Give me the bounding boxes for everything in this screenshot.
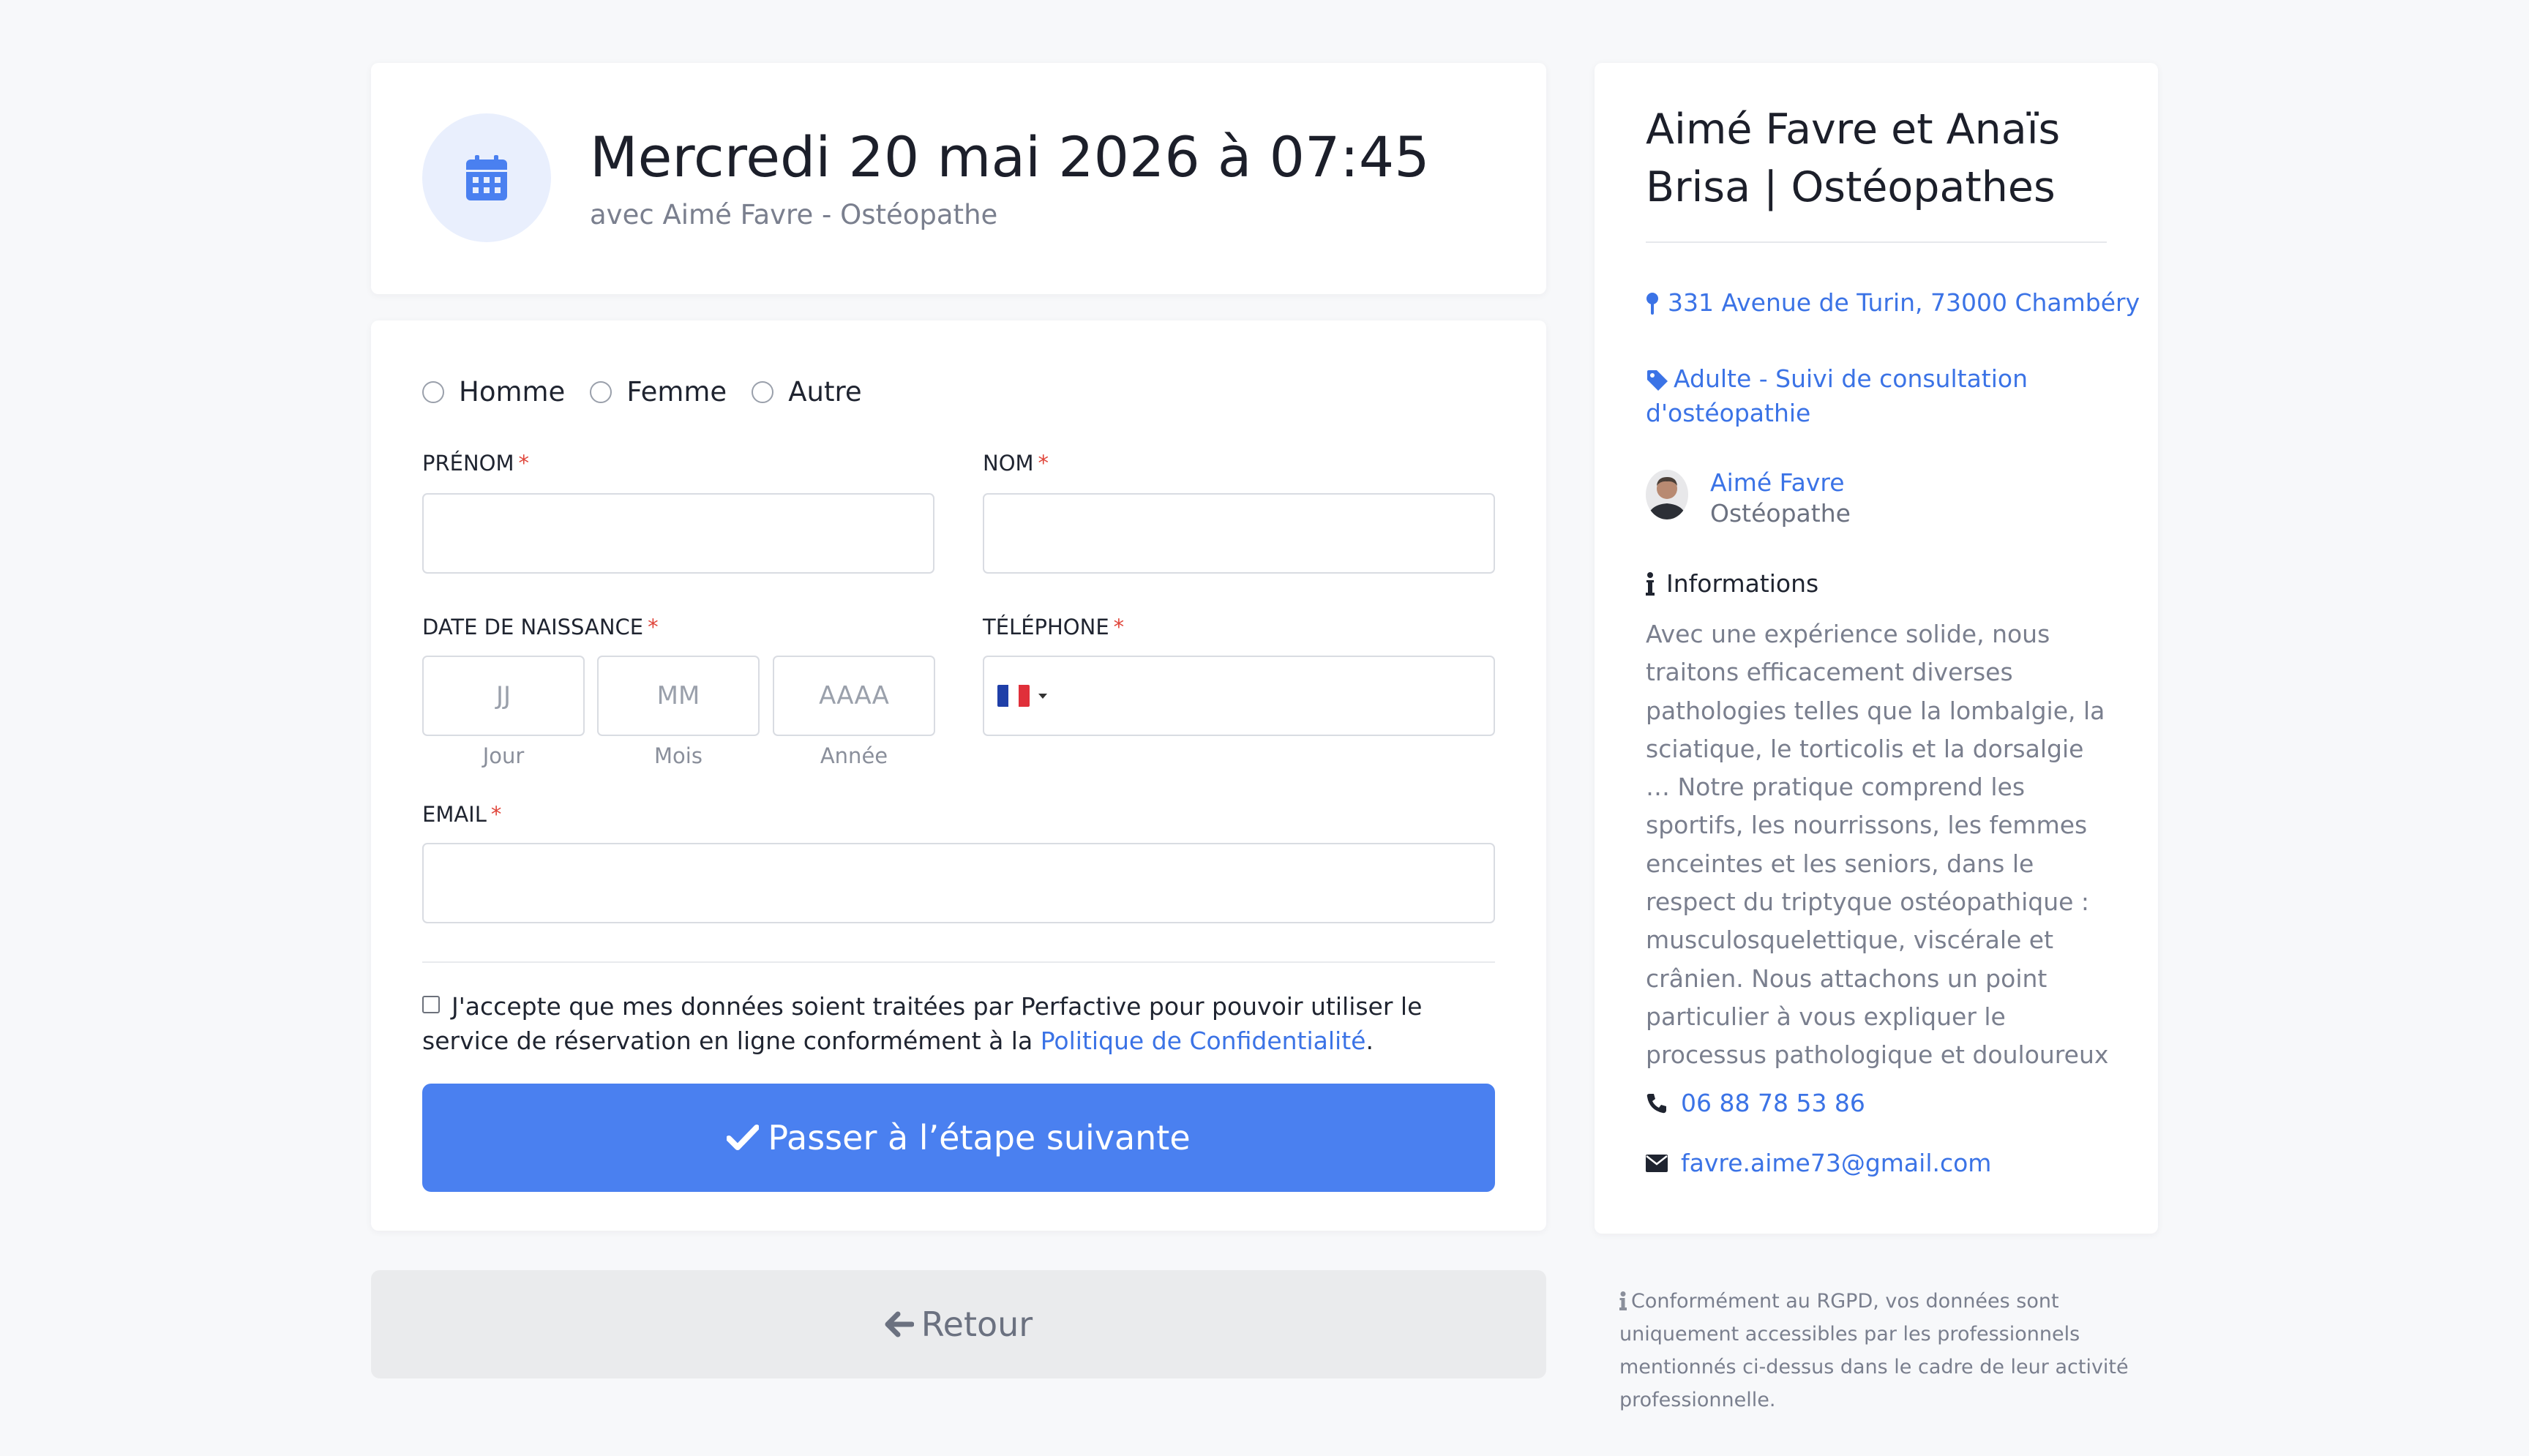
phone-label: TÉLÉPHONE * [983, 615, 1124, 639]
tag-icon [1647, 369, 1668, 391]
radio-button[interactable] [590, 380, 612, 403]
radio-button[interactable] [422, 380, 444, 403]
check-icon [727, 1125, 760, 1150]
back-label: Retour [921, 1305, 1033, 1344]
firstname-input[interactable] [422, 493, 934, 574]
arrow-left-icon [885, 1311, 914, 1337]
radio-label: Femme [626, 376, 727, 408]
required-mark: * [518, 451, 530, 476]
radio-button[interactable] [752, 380, 774, 403]
email-label-text: EMAIL [422, 802, 487, 827]
phone-input[interactable] [983, 656, 1495, 736]
radio-label: Homme [459, 376, 566, 408]
dob-day-caption: Jour [482, 743, 525, 768]
gender-radio-group: Homme Femme Autre [422, 376, 887, 408]
gender-option-femme[interactable]: Femme [590, 376, 727, 408]
divider [1646, 241, 2107, 243]
dob-month-caption: Mois [654, 743, 702, 768]
dob-label: DATE DE NAISSANCE * [422, 615, 659, 639]
info-icon [1646, 571, 1655, 596]
country-selector[interactable] [997, 685, 1030, 707]
divider [422, 961, 1495, 963]
calendar-badge [422, 113, 551, 242]
map-pin-icon [1646, 292, 1658, 315]
phone-label-text: TÉLÉPHONE [983, 615, 1109, 639]
gdpr-text: Conformément au RGPD, vos données sont u… [1619, 1290, 2129, 1411]
calendar-icon [466, 155, 507, 200]
address-text: 331 Avenue de Turin, 73000 Chambéry [1668, 288, 2140, 317]
dob-year-input[interactable] [773, 656, 935, 736]
info-icon [1619, 1291, 1627, 1310]
service-link[interactable]: Adulte - Suivi de consultation d'ostéopa… [1646, 361, 2114, 430]
gender-option-autre[interactable]: Autre [752, 376, 862, 408]
next-step-button[interactable]: Passer à l’étape suivante [422, 1084, 1495, 1192]
back-button[interactable]: Retour [371, 1270, 1546, 1378]
phone-link[interactable]: 06 88 78 53 86 [1646, 1089, 1865, 1117]
dob-day-input[interactable] [422, 656, 585, 736]
next-step-label: Passer à l’étape suivante [768, 1118, 1191, 1157]
phone-number: 06 88 78 53 86 [1681, 1089, 1865, 1117]
dob-year-caption: Année [820, 743, 888, 768]
lastname-input[interactable] [983, 493, 1495, 574]
consent-checkbox[interactable] [422, 996, 440, 1013]
privacy-policy-link[interactable]: Politique de Confidentialité [1041, 1027, 1366, 1055]
information-heading: Informations [1646, 569, 1818, 598]
email-address: favre.aime73@gmail.com [1681, 1149, 1992, 1177]
consent-end: . [1365, 1027, 1374, 1055]
practice-title: Aimé Favre et Anaïs Brisa | Ostéopathes [1646, 105, 2061, 211]
email-link[interactable]: favre.aime73@gmail.com [1646, 1149, 1991, 1177]
lastname-label-text: NOM [983, 451, 1034, 476]
email-input[interactable] [422, 843, 1495, 923]
required-mark: * [648, 615, 659, 639]
lastname-label: NOM * [983, 451, 1049, 476]
dob-label-text: DATE DE NAISSANCE [422, 615, 644, 639]
chevron-down-icon [1038, 693, 1047, 699]
email-label: EMAIL * [422, 802, 501, 827]
firstname-label-text: PRÉNOM [422, 451, 514, 476]
required-mark: * [1038, 451, 1049, 476]
required-mark: * [490, 802, 502, 827]
information-title: Informations [1666, 569, 1819, 598]
patient-form-card: Homme Femme Autre PRÉNOM * NOM * DATE DE N… [371, 320, 1546, 1231]
consent-row: J'accepte que mes données soient traitée… [422, 989, 1498, 1058]
service-text: Adulte - Suivi de consultation d'ostéopa… [1646, 364, 2028, 427]
radio-label: Autre [788, 376, 862, 408]
practice-info-card: Aimé Favre et Anaïs Brisa | Ostéopathes … [1595, 63, 2158, 1234]
dob-month-input[interactable] [597, 656, 760, 736]
appointment-header-card: Mercredi 20 mai 2026 à 07:45 avec Aimé F… [371, 63, 1546, 294]
appointment-practitioner: avec Aimé Favre - Ostéopathe [590, 199, 998, 230]
appointment-datetime: Mercredi 20 mai 2026 à 07:45 [590, 124, 1430, 189]
required-mark: * [1113, 615, 1125, 639]
practitioner-name-link[interactable]: Aimé Favre [1710, 468, 1845, 497]
address-link[interactable]: 331 Avenue de Turin, 73000 Chambéry [1646, 285, 2140, 320]
avatar [1646, 470, 1688, 519]
phone-icon [1646, 1093, 1666, 1113]
envelope-icon [1646, 1154, 1668, 1172]
firstname-label: PRÉNOM * [422, 451, 529, 476]
information-text: Avec une expérience solide, nous traiton… [1646, 620, 2109, 1070]
practitioner-role: Ostéopathe [1710, 499, 1851, 528]
gender-option-homme[interactable]: Homme [422, 376, 565, 408]
gdpr-note: Conformément au RGPD, vos données sont u… [1619, 1285, 2139, 1416]
